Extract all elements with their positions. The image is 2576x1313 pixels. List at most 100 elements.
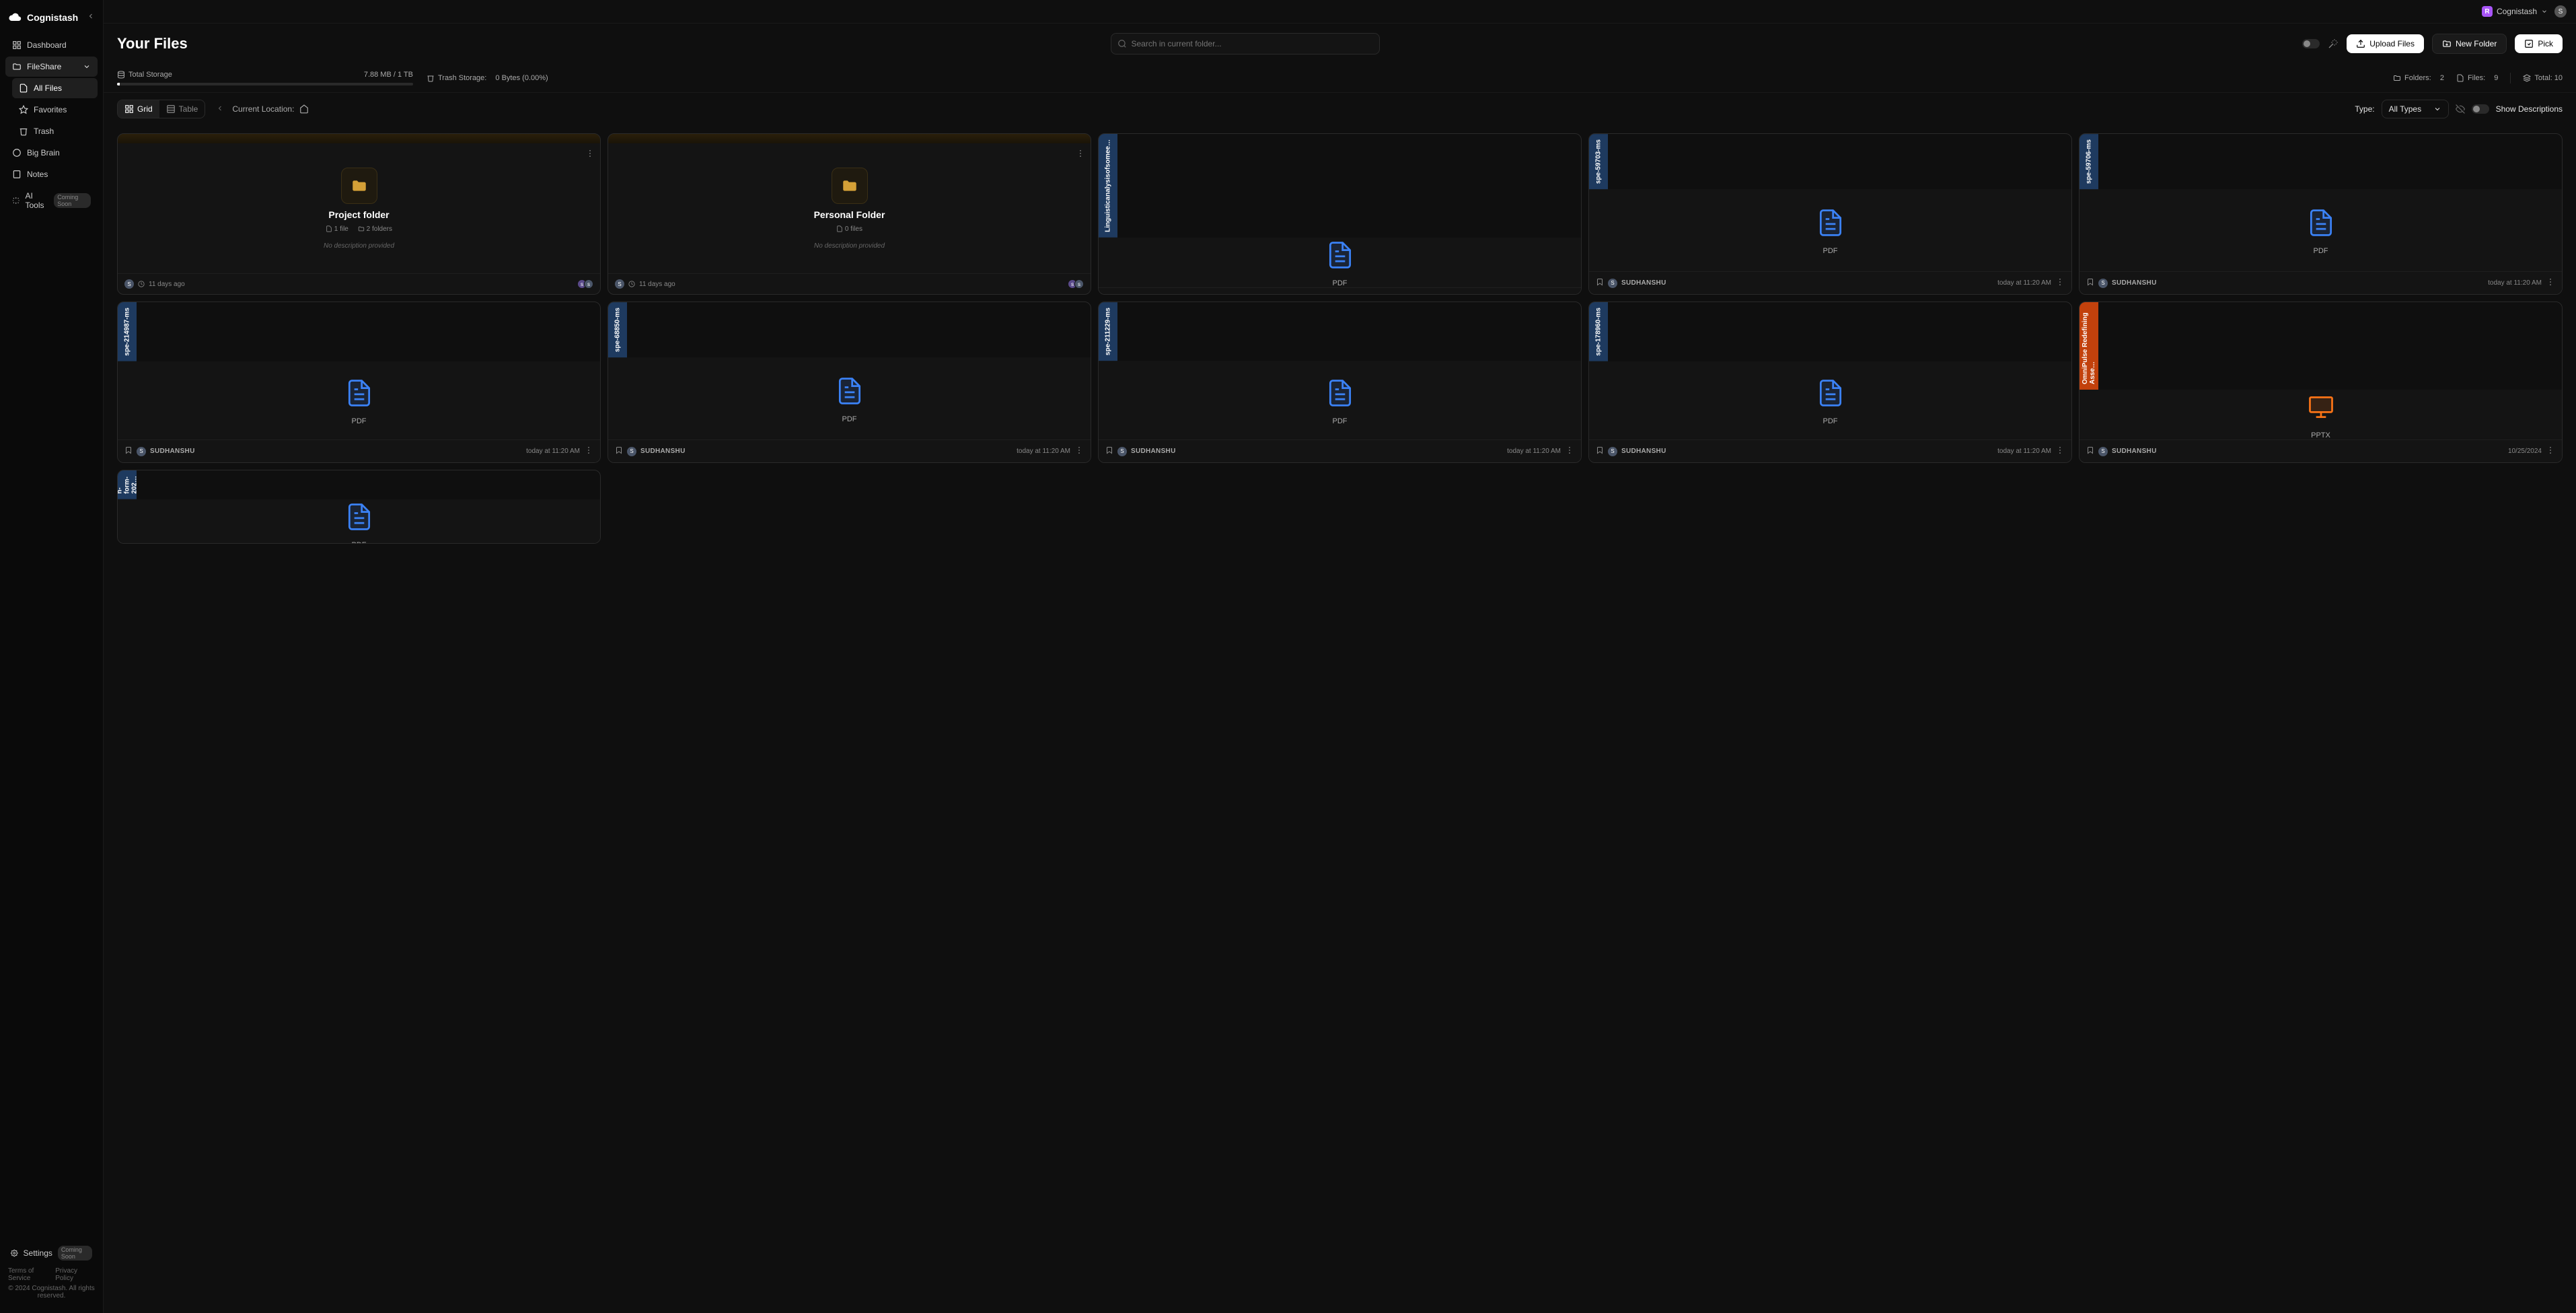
more-button[interactable] [2546,446,2555,457]
storage-bar [117,83,413,85]
more-button[interactable] [1565,446,1574,457]
folder-meta: 1 file 2 folders [326,225,392,233]
bookmark-icon[interactable] [2086,278,2094,288]
sidebar-item-all-files[interactable]: All Files [12,78,98,98]
file-card[interactable]: spe-59703-ms PDF S SUDHANSHU today at 11… [1588,133,2072,295]
more-button[interactable] [1074,446,1084,457]
file-card[interactable]: OmniPulse Redefining Asse… PPTX S SUDHAN… [2079,301,2563,463]
owner-avatar: S [1117,447,1127,456]
folder-description: No description provided [814,242,885,250]
more-button[interactable] [585,149,595,162]
file-preview: PDF [118,361,600,439]
workspace-switcher[interactable]: R Cognistash [2482,6,2548,17]
bookmark-icon[interactable] [1596,446,1604,456]
file-preview: PDF [1099,238,1581,287]
owner-avatar: S [1608,447,1617,456]
upload-icon [2356,39,2365,48]
home-icon[interactable] [299,104,309,114]
file-time: today at 11:20 AM [526,448,580,455]
pick-button[interactable]: Pick [2515,34,2563,53]
upload-files-button[interactable]: Upload Files [2347,34,2424,53]
file-type-badge: PDF [842,415,857,423]
file-type-badge: PDF [1823,417,1838,425]
more-button[interactable] [2055,277,2065,289]
bookmark-icon[interactable] [1596,278,1604,288]
more-button[interactable] [1565,293,1574,295]
file-card[interactable]: n-form-202… PDF [117,470,601,544]
file-spine: Linguisticanalysisofsomee… [1099,134,1117,238]
type-filter-select[interactable]: All Types [2382,100,2449,118]
owner-name: SUDHANSHU [1621,279,1666,287]
type-label: Type: [2355,104,2374,114]
back-button[interactable] [213,102,227,117]
sidebar-item-favorites[interactable]: Favorites [12,100,98,120]
file-card[interactable]: spe-214987-ms PDF S SUDHANSHU today at 1… [117,301,601,463]
privacy-link[interactable]: Privacy Policy [55,1267,95,1282]
wand-icon[interactable] [2328,38,2339,49]
sidebar-item-notes[interactable]: Notes [5,164,98,184]
file-card[interactable]: spe-178960-ms PDF S SUDHANSHU today at 1… [1588,301,2072,463]
more-button[interactable] [2546,277,2555,289]
file-icon [2456,74,2464,82]
search-input[interactable] [1111,33,1380,55]
file-card[interactable]: spe-211229-ms PDF S SUDHANSHU today at 1… [1098,301,1582,463]
bookmark-icon[interactable] [124,446,133,456]
file-type-badge: PDF [2314,247,2328,255]
trash-icon [19,127,28,136]
controls-row: Grid Table Current Location: Type: All T… [104,93,2576,125]
sidebar-item-ai-tools[interactable]: AI Tools Coming Soon [5,186,98,215]
sidebar-item-label: Settings [24,1248,52,1258]
file-spine: spe-178960-ms [1589,302,1608,361]
sidebar-item-label: Dashboard [27,40,67,50]
sidebar-item-settings[interactable]: Settings Coming Soon [8,1240,95,1266]
new-folder-button[interactable]: New Folder [2432,34,2507,54]
sidebar-section-fileshare[interactable]: FileShare [5,57,98,77]
shared-avatars: ss [1070,279,1084,289]
card-footer: S 11 days ago ss [118,273,600,294]
brand-logo-icon [8,11,22,24]
storage-block: Total Storage 7.88 MB / 1 TB [117,71,413,85]
view-table-button[interactable]: Table [159,100,205,118]
file-preview: PDF [2080,189,2562,271]
folder-icon [2393,74,2401,82]
view-grid-button[interactable]: Grid [118,100,159,118]
file-card[interactable]: Linguisticanalysisofsomee… PDF S SUDHANS… [1098,133,1582,295]
owner-name: SUDHANSHU [1131,448,1176,455]
view-toggle: Grid Table [117,100,205,118]
trash-storage: Trash Storage: 0 Bytes (0.00%) [427,74,548,82]
owner-name: SUDHANSHU [640,448,686,455]
file-card[interactable]: spe-59706-ms PDF S SUDHANSHU today at 11… [2079,133,2563,295]
tos-link[interactable]: Terms of Service [8,1267,55,1282]
more-button[interactable] [584,446,593,457]
file-type-badge: PDF [1333,417,1348,425]
page-title: Your Files [117,35,188,52]
more-button[interactable] [1076,149,1085,162]
sidebar-collapse-button[interactable] [87,11,95,24]
folder-card[interactable]: Project folder 1 file 2 folders No descr… [117,133,601,295]
file-card[interactable]: spe-68850-ms PDF S SUDHANSHU today at 11… [608,301,1091,463]
sidebar-item-trash[interactable]: Trash [12,121,98,141]
bookmark-icon[interactable] [1105,446,1113,456]
user-avatar[interactable]: S [2554,5,2567,17]
type-value: All Types [2389,104,2421,114]
folder-card[interactable]: Personal Folder 0 files No description p… [608,133,1091,295]
owner-name: SUDHANSHU [1621,448,1666,455]
chevron-down-icon [2541,8,2548,15]
card-footer: S 11 days ago ss [608,273,1091,294]
folder-name: Project folder [328,209,389,220]
search-mode-toggle[interactable] [2302,39,2320,48]
owner-avatar: S [2098,447,2108,456]
folder-plus-icon [2442,39,2452,48]
bookmark-icon[interactable] [2086,446,2094,456]
location-label: Current Location: [232,104,294,114]
sidebar-item-big-brain[interactable]: Big Brain [5,143,98,163]
sidebar-item-dashboard[interactable]: Dashboard [5,35,98,55]
show-descriptions-toggle[interactable] [2472,104,2489,114]
more-button[interactable] [2055,446,2065,457]
bookmark-icon[interactable] [615,446,623,456]
file-time: today at 11:20 AM [1017,448,1070,455]
file-spine: spe-214987-ms [118,302,137,361]
bookmark-icon[interactable] [1105,294,1113,295]
workspace-name: Cognistash [2497,7,2537,16]
file-icon [19,83,28,93]
